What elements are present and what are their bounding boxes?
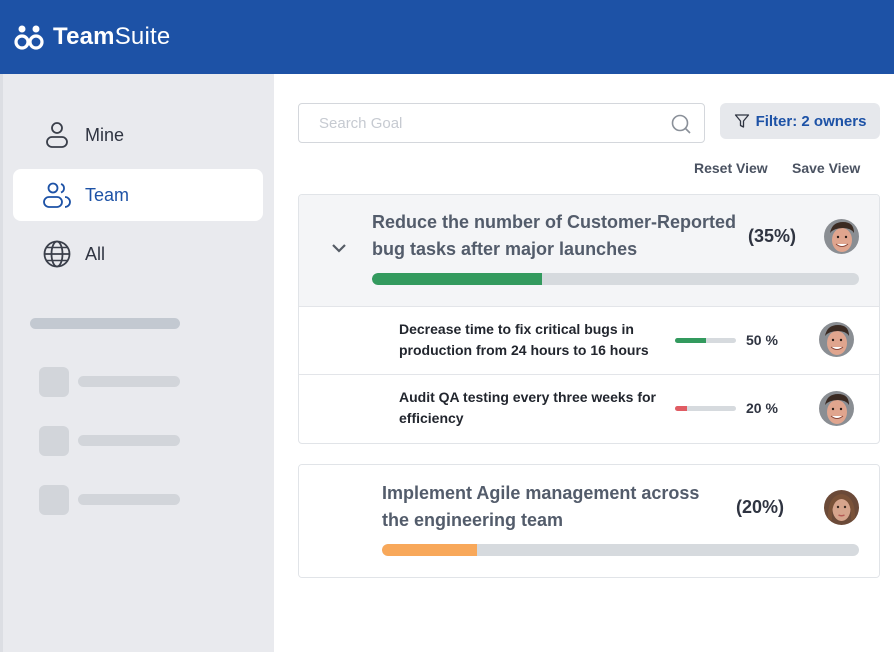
goal-header[interactable]: Implement Agile management across the en… bbox=[299, 465, 879, 577]
subgoal-progress-bar bbox=[675, 406, 736, 411]
skeleton-heading bbox=[30, 318, 180, 329]
skeleton-line bbox=[78, 376, 180, 387]
sidebar: Mine Team All bbox=[0, 74, 274, 652]
goal-progress-bar bbox=[382, 544, 859, 556]
globe-icon bbox=[43, 240, 71, 268]
goal-card: Reduce the number of Customer-Reported b… bbox=[298, 194, 880, 444]
owner-avatar[interactable] bbox=[819, 391, 854, 426]
sidebar-item-label: All bbox=[85, 243, 106, 264]
subgoal-progress-fill bbox=[675, 406, 688, 411]
subgoal-row[interactable]: Decrease time to fix critical bugs in pr… bbox=[299, 307, 879, 375]
goal-card: Implement Agile management across the en… bbox=[298, 464, 880, 578]
search-icon[interactable] bbox=[670, 113, 692, 135]
subgoal-title[interactable]: Decrease time to fix critical bugs in pr… bbox=[399, 319, 669, 361]
subgoal-row[interactable]: Audit QA testing every three weeks for e… bbox=[299, 375, 879, 443]
goal-progress-fill bbox=[372, 273, 543, 285]
search-box bbox=[298, 103, 705, 143]
goal-header[interactable]: Reduce the number of Customer-Reported b… bbox=[299, 195, 879, 307]
subgoal-progress-fill bbox=[675, 338, 706, 343]
user-icon bbox=[46, 122, 68, 148]
app-brand[interactable]: TeamSuite bbox=[53, 23, 170, 51]
team-logo-icon bbox=[14, 25, 44, 50]
skeleton-icon bbox=[39, 367, 69, 397]
filter-button[interactable]: Filter: 2 owners bbox=[720, 103, 880, 139]
owner-avatar[interactable] bbox=[824, 490, 859, 525]
brand-light: Suite bbox=[114, 23, 171, 50]
goal-progress-bar bbox=[372, 273, 859, 285]
filter-icon bbox=[734, 114, 749, 128]
female-avatar-icon bbox=[824, 490, 859, 525]
goal-title[interactable]: Implement Agile management across the en… bbox=[382, 480, 722, 534]
sidebar-item-mine[interactable]: Mine bbox=[13, 109, 263, 161]
top-bar: TeamSuite bbox=[0, 0, 894, 74]
skeleton-icon bbox=[39, 426, 69, 456]
filter-label: Filter: 2 owners bbox=[755, 112, 867, 130]
subgoal-title[interactable]: Audit QA testing every three weeks for e… bbox=[399, 387, 669, 429]
goal-title[interactable]: Reduce the number of Customer-Reported b… bbox=[372, 209, 742, 263]
sidebar-item-label: Mine bbox=[85, 124, 125, 145]
subgoal-percent: 50 % bbox=[746, 332, 778, 348]
reset-view-button[interactable]: Reset View bbox=[694, 160, 768, 176]
sidebar-item-label: Team bbox=[85, 184, 130, 205]
owner-avatar[interactable] bbox=[819, 322, 854, 357]
users-icon bbox=[43, 182, 71, 208]
male-avatar-icon bbox=[819, 322, 854, 357]
skeleton-line bbox=[78, 435, 180, 446]
skeleton-icon bbox=[39, 485, 69, 515]
search-input[interactable] bbox=[299, 104, 704, 142]
goal-progress-fill bbox=[382, 544, 478, 556]
owner-avatar[interactable] bbox=[824, 219, 859, 254]
brand-bold: Team bbox=[53, 23, 115, 50]
goal-percent: (35%) bbox=[748, 226, 797, 246]
sidebar-item-all[interactable]: All bbox=[13, 228, 263, 280]
chevron-down-icon[interactable] bbox=[329, 241, 349, 255]
sidebar-item-team[interactable]: Team bbox=[13, 169, 263, 221]
skeleton-line bbox=[78, 494, 180, 505]
subgoal-progress-bar bbox=[675, 338, 736, 343]
goal-percent: (20%) bbox=[736, 497, 785, 517]
subgoal-percent: 20 % bbox=[746, 400, 778, 416]
male-avatar-icon bbox=[819, 391, 854, 426]
save-view-button[interactable]: Save View bbox=[792, 160, 860, 176]
male-avatar-icon bbox=[824, 219, 859, 254]
